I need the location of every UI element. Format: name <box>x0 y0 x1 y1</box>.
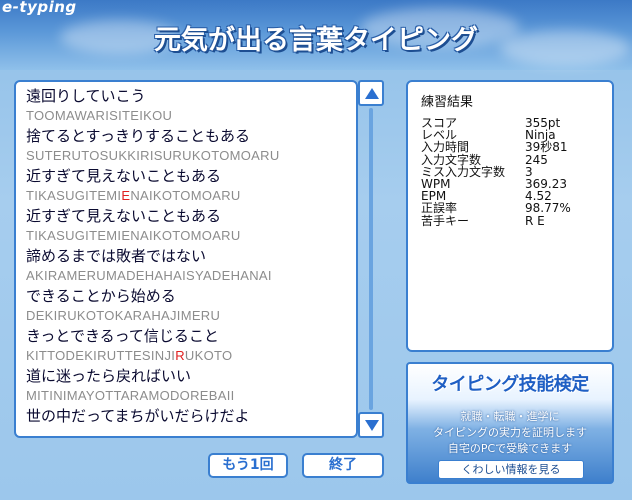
results-title: 練習結果 <box>421 95 474 110</box>
scroll-up-button[interactable] <box>358 80 384 106</box>
result-label: 入力時間 <box>421 140 470 155</box>
romaji-line: TOOMAWARISITEIKOU <box>26 106 280 126</box>
japanese-line: きっとできるって信じること <box>26 327 219 345</box>
banner-line: 自宅のPCで受験できます <box>447 442 573 455</box>
result-label: 苦手キー <box>421 213 470 228</box>
results-table: スコア 355pt レベル Ninja 入力時間 39秒81 入力文字数 245 ミス入力文字数… <box>421 117 571 227</box>
header-banner: e-typing 元気が出る言葉タイピング <box>0 0 632 70</box>
banner-line: 就職・転職・進学に <box>460 410 560 423</box>
romaji-segment: AKIRAMERUMADEHAHAISYADEHANAI <box>26 268 272 283</box>
scroll-down-button[interactable] <box>358 412 384 438</box>
result-value: 98.77% <box>525 201 571 216</box>
mistyped-char: E <box>121 188 131 203</box>
triangle-down-icon <box>365 420 379 431</box>
japanese-line: 諦めるまでは敗者ではない <box>26 247 207 265</box>
e-typing-logo: e-typing <box>2 0 77 16</box>
romaji-line: KITTODEKIRUTTESINJIRUKOTO <box>26 346 280 366</box>
romaji-line: AKIRAMERUMADEHAHAISYADEHANAI <box>26 266 280 286</box>
japanese-line: 世の中だってまちがいだらけだよ <box>26 407 250 425</box>
romaji-line: MITINIMAYOTTARAMODOREBAII <box>26 386 280 406</box>
romaji-segment: MITINIMAYOTTARAMODOREBAII <box>26 388 235 403</box>
banner-line: タイピングの実力を証明します <box>433 426 587 439</box>
result-row: 入力時間 39秒81 <box>421 141 571 153</box>
japanese-line: 遠回りしていこう <box>26 87 146 105</box>
result-row: 正誤率 98.77% <box>421 202 571 214</box>
result-label: 入力文字数 <box>421 152 482 167</box>
japanese-line: 捨てるとすっきりすることもある <box>26 127 250 145</box>
page-title: 元気が出る言葉タイピング <box>154 25 478 56</box>
more-info-button[interactable]: くわしい情報を見る <box>438 460 584 479</box>
mistyped-char: R <box>175 348 185 363</box>
typed-text-panel: 遠回りしていこう TOOMAWARISITEIKOU 捨てるとすっきりすることもある… <box>14 80 358 438</box>
retry-button[interactable]: もう1回 <box>208 453 288 478</box>
romaji-segment: NAIKOTOMOARU <box>130 188 241 203</box>
result-value: R E <box>525 213 545 228</box>
result-value: 39秒81 <box>525 140 568 155</box>
finish-button[interactable]: 終了 <box>302 453 384 478</box>
romaji-segment: UKOTO <box>184 348 233 363</box>
romaji-segment: DEKIRUKOTOKARAHAJIMERU <box>26 308 221 323</box>
romaji-line: SUTERUTOSUKKIRISURUKOTOMOARU <box>26 146 280 166</box>
romaji-segment: KITTODEKIRUTTESINJI <box>26 348 176 363</box>
scrollbar[interactable] <box>358 80 386 438</box>
romaji-segment: SUTERUTOSUKKIRISURUKOTOMOARU <box>26 148 280 163</box>
romaji-line: DEKIRUKOTOKARAHAJIMERU <box>26 306 280 326</box>
result-value: 245 <box>525 152 548 167</box>
results-panel: 練習結果 スコア 355pt レベル Ninja 入力時間 39秒81 入力文字数 245 ミス… <box>406 80 614 352</box>
romaji-line: TIKASUGITEMIENAIKOTOMOARU <box>26 186 280 206</box>
scroll-track[interactable] <box>369 108 373 410</box>
romaji-segment: TIKASUGITEMI <box>26 188 122 203</box>
triangle-up-icon <box>365 88 379 99</box>
romaji-segment: TIKASUGITEMIENAIKOTOMOARU <box>26 228 241 243</box>
typing-certification-banner[interactable]: タイピング技能検定 就職・転職・進学に タイピングの実力を証明します 自宅のPC… <box>406 362 614 484</box>
japanese-line: できることから始める <box>26 287 176 305</box>
banner-title: タイピング技能検定 <box>431 374 589 395</box>
japanese-line: 道に迷ったら戻ればいい <box>26 367 192 385</box>
result-row: 苦手キー R E <box>421 215 571 227</box>
result-row: 入力文字数 245 <box>421 154 571 166</box>
typed-lines: 遠回りしていこう TOOMAWARISITEIKOU 捨てるとすっきりすることもある… <box>26 86 280 426</box>
result-label: 正誤率 <box>421 201 458 216</box>
romaji-segment: TOOMAWARISITEIKOU <box>26 108 173 123</box>
japanese-line: 近すぎて見えないこともある <box>26 207 222 225</box>
romaji-line: TIKASUGITEMIENAIKOTOMOARU <box>26 226 280 246</box>
japanese-line: 近すぎて見えないこともある <box>26 167 222 185</box>
